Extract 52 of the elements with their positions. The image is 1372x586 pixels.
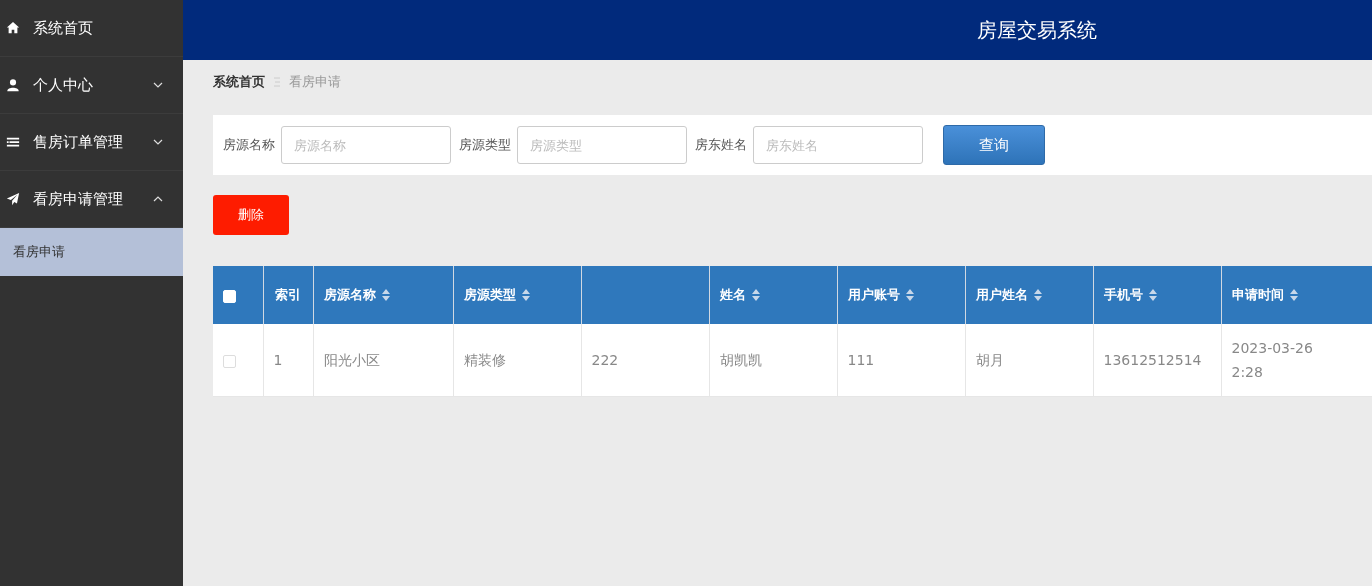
table-cell: 2023-03-26 2:28 xyxy=(1221,324,1372,397)
sort-icon xyxy=(1033,289,1042,301)
search-field[interactable]: 房源类型 xyxy=(517,126,687,164)
table-cell: 13612512514 xyxy=(1093,324,1221,397)
row-checkbox[interactable] xyxy=(223,354,236,368)
sort-icon xyxy=(521,289,530,301)
breadcrumb-link[interactable]: 系统首页 xyxy=(213,73,265,91)
column-header[interactable]: 手机号 xyxy=(1093,266,1221,324)
column-header[interactable]: 申请时间 xyxy=(1221,266,1372,324)
search-field[interactable]: 房源名称 xyxy=(281,126,451,164)
column-header[interactable]: 房源名称 xyxy=(313,266,453,324)
chevron-down-icon xyxy=(153,82,163,88)
search-field[interactable]: 房东姓名 xyxy=(753,126,923,164)
table-cell: 精装修 xyxy=(453,324,581,397)
field-label: 房源名称 xyxy=(223,136,275,154)
column-title: 手机号 xyxy=(1103,286,1143,304)
column-title: 用户账号 xyxy=(847,286,900,304)
list-icon xyxy=(6,135,20,149)
column-title: 房源类型 xyxy=(463,286,516,304)
column-title: 用户姓名 xyxy=(975,286,1028,304)
column-header[interactable]: 姓名 xyxy=(709,266,837,324)
table-cell: 阳光小区 xyxy=(313,324,453,397)
sidebar-subitem[interactable]: 看房申请 xyxy=(0,228,183,276)
column-title: 姓名 xyxy=(719,286,746,304)
sort-icon xyxy=(751,289,760,301)
field-label: 房源类型 xyxy=(459,136,511,154)
field-label: 房东姓名 xyxy=(695,136,747,154)
column-header[interactable]: 用户账号 xyxy=(837,266,965,324)
sort-icon xyxy=(905,289,914,301)
column-title: 房源名称 xyxy=(323,286,376,304)
home-icon xyxy=(6,21,20,35)
table-cell: 222 xyxy=(581,324,709,397)
table-cell: 胡月 xyxy=(965,324,1093,397)
table-cell: 1 xyxy=(263,324,313,397)
sort-icon xyxy=(1289,289,1298,301)
user-icon xyxy=(6,78,20,92)
table-cell: 胡凯凯 xyxy=(709,324,837,397)
select-all-checkbox[interactable] xyxy=(223,289,236,303)
column-header[interactable]: 用户姓名 xyxy=(965,266,1093,324)
sort-icon xyxy=(1148,289,1157,301)
app-title: 房屋交易系统 xyxy=(977,16,1097,44)
column-header[interactable]: 索引 xyxy=(263,266,313,324)
column-title: 申请时间 xyxy=(1231,286,1284,304)
sort-icon xyxy=(381,289,390,301)
paper-plane-icon xyxy=(6,192,20,206)
chevron-down-icon xyxy=(153,139,163,145)
column-title: 索引 xyxy=(275,286,301,304)
column-header[interactable] xyxy=(581,266,709,324)
delete-button[interactable]: 删除 xyxy=(213,195,289,235)
search-button[interactable]: 查询 xyxy=(943,125,1045,165)
column-header[interactable]: 房源类型 xyxy=(453,266,581,324)
table-cell: 111 xyxy=(837,324,965,397)
